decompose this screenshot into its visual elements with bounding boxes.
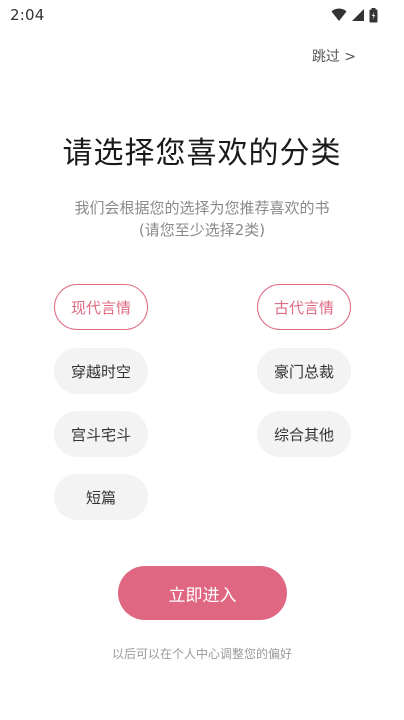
category-selection-screen: 2:04 跳过 > 请选择您喜欢的分类 我们会根据您的选择为您推荐喜欢的书 (请… <box>0 0 404 720</box>
page-title: 请选择您喜欢的分类 <box>62 136 342 171</box>
battery-icon <box>369 7 378 23</box>
category-chip-ancient-romance[interactable]: 古代言情 <box>257 284 351 330</box>
category-chip-modern-romance[interactable]: 现代言情 <box>54 284 148 330</box>
subtitle-line-2: (请您至少选择2类) <box>138 221 266 239</box>
skip-button[interactable]: 跳过 > <box>312 46 356 66</box>
status-time: 2:04 <box>10 6 45 24</box>
category-chip-time-travel[interactable]: 穿越时空 <box>54 348 148 394</box>
subtitle-line-1: 我们会根据您的选择为您推荐喜欢的书 <box>74 199 330 217</box>
category-chip-ceo[interactable]: 豪门总裁 <box>257 348 351 394</box>
status-bar: 2:04 <box>0 0 404 30</box>
signal-icon <box>351 8 365 22</box>
enter-button[interactable]: 立即进入 <box>118 566 287 620</box>
wifi-icon <box>331 8 347 22</box>
footer-note: 以后可以在个人中心调整您的偏好 <box>111 647 292 661</box>
category-chip-other[interactable]: 综合其他 <box>257 411 351 457</box>
category-chip-palace-intrigue[interactable]: 宫斗宅斗 <box>54 411 148 457</box>
category-chip-short-stories[interactable]: 短篇 <box>54 474 148 520</box>
status-icons <box>331 6 378 24</box>
page-subtitle: 我们会根据您的选择为您推荐喜欢的书 (请您至少选择2类) <box>0 197 404 241</box>
